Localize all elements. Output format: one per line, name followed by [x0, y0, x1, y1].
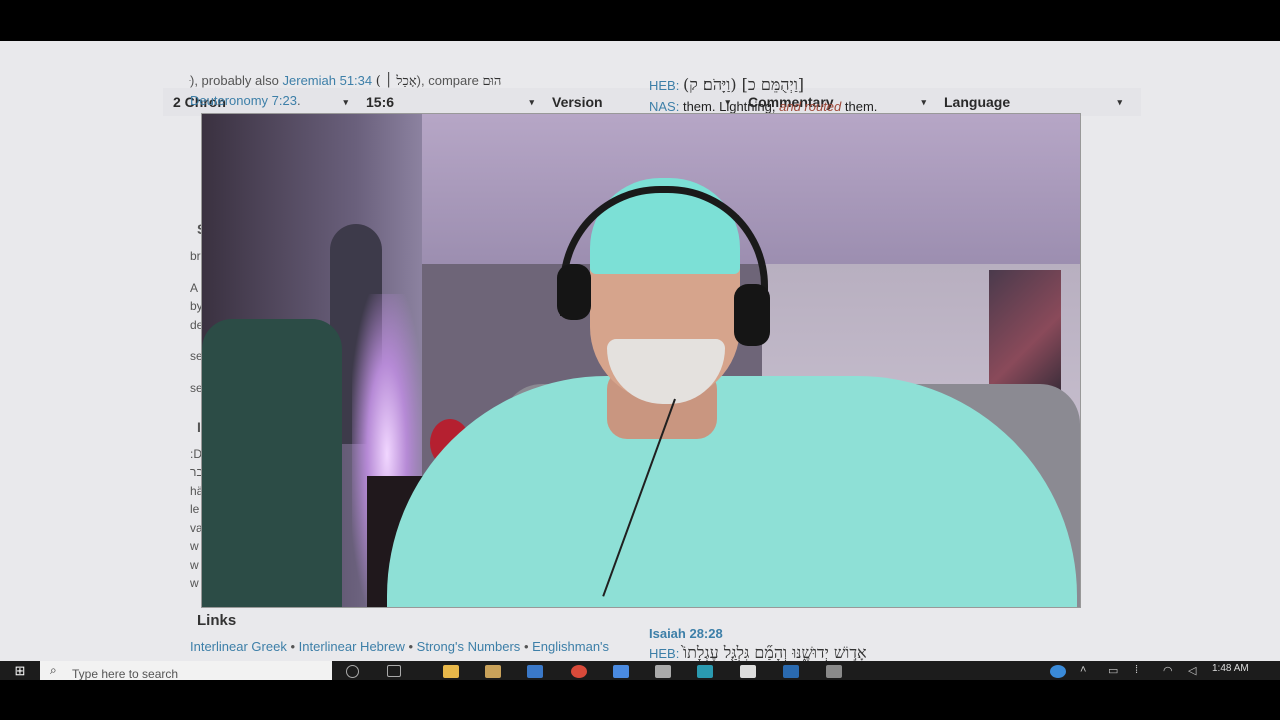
- links-heading: Links: [197, 612, 237, 629]
- partial-text: w: [190, 576, 199, 590]
- link-separator: •: [408, 639, 414, 654]
- version-select-value: Version: [552, 94, 603, 110]
- hebrew-word: הוּם: [482, 74, 502, 89]
- heb-line: HEB: (וַיָּהֹם׃ ק) [וַיְהֻמֵּם כ]: [649, 75, 804, 95]
- isaiah-link[interactable]: Isaiah 28:28: [649, 626, 723, 641]
- network-icon[interactable]: [697, 665, 713, 678]
- lexicon-text: ), compare: [416, 73, 479, 88]
- nas-label[interactable]: NAS:: [649, 99, 679, 114]
- tray-icon[interactable]: ▭: [1108, 664, 1118, 677]
- jeremiah-link[interactable]: Jeremiah 51:34: [283, 73, 373, 88]
- chevron-down-icon: ▾: [529, 97, 534, 107]
- photos-icon[interactable]: [826, 665, 842, 678]
- isaiah-reference[interactable]: Isaiah 28:28: [649, 626, 723, 641]
- hebrew-text: אָד֣וֹשׁ יְדוּשֶׁ֑נּוּ וְהָמַ֞ם גִּלְגַּ…: [682, 643, 867, 661]
- nas-line: NAS: them. Lightning, and routed them.: [649, 99, 877, 114]
- partial-text: w: [190, 558, 199, 572]
- taskbar-clock[interactable]: 1:48 AM: [1212, 663, 1249, 674]
- wifi-icon[interactable]: ◠: [1163, 664, 1173, 677]
- video-person-shirt: [387, 376, 1077, 607]
- amazon-icon[interactable]: [740, 665, 756, 678]
- chevron-down-icon: ▾: [921, 97, 926, 107]
- lexicon-line-2: Deuteronomy 7:23.: [190, 93, 301, 108]
- strongs-numbers-link[interactable]: Strong's Numbers: [417, 639, 521, 654]
- search-icon: ⌕: [50, 663, 57, 677]
- interlinear-greek-link[interactable]: Interlinear Greek: [190, 639, 287, 654]
- partial-text: A: [190, 281, 199, 295]
- file-explorer-icon[interactable]: [443, 665, 459, 678]
- task-view-icon[interactable]: [387, 665, 401, 677]
- verse-select-value: 15:6: [366, 94, 395, 110]
- heb-label[interactable]: HEB:: [649, 78, 679, 93]
- hebrew-word: ( אָכַל ׀: [375, 74, 417, 89]
- chrome-icon[interactable]: [571, 665, 587, 678]
- nas-highlight: and routed: [779, 99, 842, 114]
- bird-icon[interactable]: [655, 665, 671, 678]
- lexicon-line-1: ּ), probably also Jeremiah 51:34 ( אָכַל…: [190, 73, 501, 89]
- volume-icon[interactable]: ◁: [1188, 664, 1196, 677]
- app-icon[interactable]: [783, 665, 799, 678]
- heb-label[interactable]: HEB:: [649, 646, 679, 661]
- headphone-left-cup: [557, 264, 591, 320]
- windows-start-icon[interactable]: ⊞: [0, 661, 40, 680]
- chevron-down-icon: ▾: [1117, 97, 1122, 107]
- search-placeholder: Type here to search: [72, 667, 179, 680]
- windows-taskbar: ⊞ ⌕ Type here to search ˄ ▭ ⁞ ◠ ◁ 1:48 A…: [0, 661, 1280, 680]
- video-chair: [202, 319, 342, 607]
- store-icon[interactable]: [485, 665, 501, 678]
- language-select[interactable]: Language ▾: [944, 88, 1122, 116]
- interlinear-hebrew-link[interactable]: Interlinear Hebrew: [299, 639, 405, 654]
- link-separator: •: [290, 639, 296, 654]
- grid-icon[interactable]: ⁞: [1135, 664, 1138, 676]
- partial-text: w: [190, 539, 199, 553]
- lexicon-text: ּ), probably also: [190, 73, 279, 88]
- verse-select[interactable]: 15:6 ▾: [366, 88, 534, 116]
- hebrew-text: (וַיָּהֹם׃ ק) [וַיְהֻמֵּם כ]: [682, 75, 805, 94]
- headphone-right-cup: [734, 284, 770, 346]
- taskbar-search-box[interactable]: ⌕ Type here to search: [40, 661, 332, 680]
- apps-icon[interactable]: [613, 665, 629, 678]
- deuteronomy-link[interactable]: Deuteronomy 7:23: [190, 93, 297, 108]
- language-select-value: Language: [944, 94, 1011, 110]
- video-painting: [989, 270, 1061, 392]
- partial-text: br: [190, 249, 201, 263]
- chevron-down-icon: ▾: [343, 97, 348, 107]
- partial-text: le: [190, 502, 200, 516]
- edge-icon[interactable]: [527, 665, 543, 678]
- link-separator: •: [523, 639, 529, 654]
- chevron-up-icon[interactable]: ˄: [1080, 664, 1086, 676]
- webcam-video: [201, 113, 1081, 608]
- lexicon-text: .: [296, 93, 301, 108]
- help-icon[interactable]: [1050, 665, 1066, 678]
- englishmans-link[interactable]: Englishman's: [532, 639, 609, 654]
- nas-text: them. Lightning,: [682, 99, 776, 114]
- links-list: Interlinear Greek • Interlinear Hebrew •…: [190, 639, 609, 654]
- isaiah-heb-line: HEB: אָד֣וֹשׁ יְדוּשֶׁ֑נּוּ וְהָמַ֞ם גִּ…: [649, 643, 867, 661]
- nas-text: them.: [844, 99, 878, 114]
- cortana-icon[interactable]: [346, 665, 359, 678]
